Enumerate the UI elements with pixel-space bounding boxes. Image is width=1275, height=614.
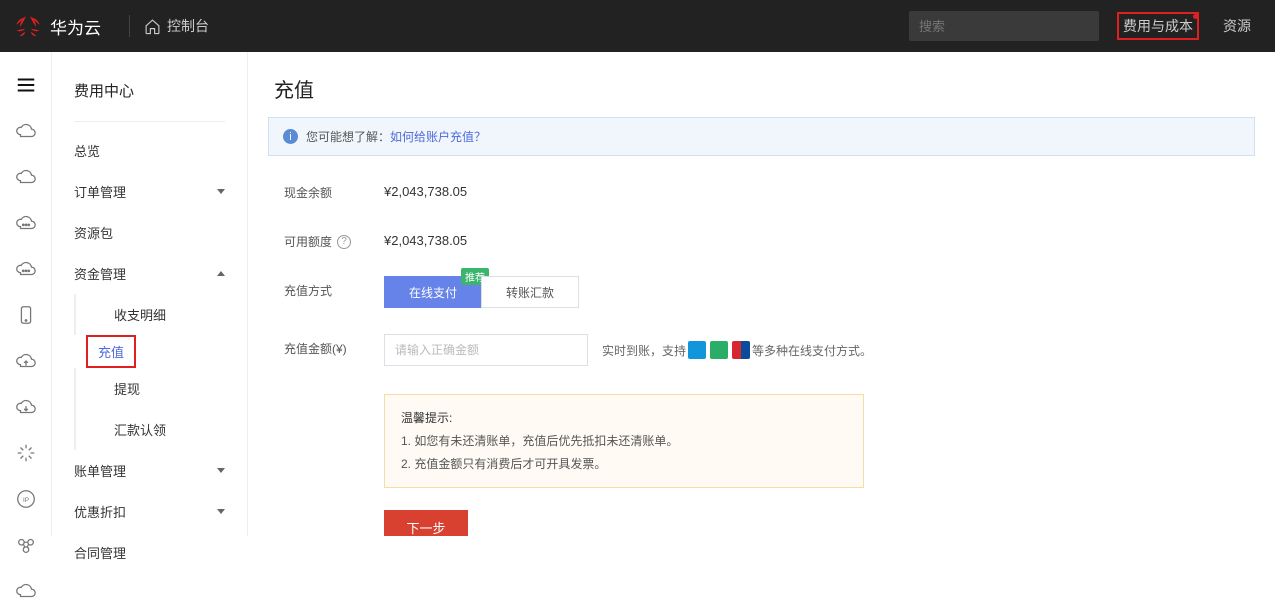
svg-text:IP: IP (22, 497, 28, 504)
tips-line-2: 2. 充值金额只有消费后才可开具发票。 (401, 453, 847, 476)
cloud-icon (15, 580, 37, 602)
page-title: 充值 (248, 52, 1275, 117)
resources-link[interactable]: 资源 (1217, 12, 1257, 40)
row-cash: 现金余额 ¥2,043,738.05 (284, 178, 1239, 201)
method-segment: 在线支付 推荐 转账汇款 (384, 276, 579, 308)
divider (74, 121, 225, 122)
info-link[interactable]: 如何给账户充值？ (390, 128, 486, 145)
main-content: 充值 i 您可能想了解： 如何给账户充值？ 现金余额 ¥2,043,738.05… (248, 52, 1275, 536)
rail-item[interactable] (0, 108, 51, 154)
row-amount: 充值金额(¥) 实时到账，支持 等多种在线支付方式。 温馨提示: (284, 334, 1239, 536)
notification-dot-icon (1193, 14, 1198, 19)
rail-bar: IP (0, 52, 52, 536)
console-link[interactable]: 控制台 (144, 16, 209, 36)
next-button[interactable]: 下一步 (384, 510, 468, 536)
method-online-button[interactable]: 在线支付 推荐 (384, 276, 482, 308)
avail-label-text: 可用额度 (284, 233, 332, 250)
cost-link[interactable]: 费用与成本 (1117, 12, 1199, 40)
sidebar-title: 费用中心 (52, 80, 247, 121)
sidebar-item-label: 订单管理 (74, 182, 126, 201)
hint-pre: 实时到账，支持 (602, 342, 686, 359)
cash-label: 现金余额 (284, 178, 384, 201)
chevron-down-icon (217, 468, 225, 473)
brand-text: 华为云 (50, 14, 101, 39)
sidebar-item-funds[interactable]: 资金管理 (52, 253, 247, 294)
chevron-down-icon (217, 509, 225, 514)
rail-item[interactable] (0, 522, 51, 568)
sidebar-item-packages[interactable]: 资源包 (52, 212, 247, 253)
cloud-up-icon (15, 350, 37, 372)
tips-title: 温馨提示: (401, 407, 847, 430)
method-label: 充值方式 (284, 276, 384, 299)
alipay-icon (688, 341, 706, 359)
sidebar-sub-detail[interactable]: 收支明细 (74, 294, 247, 335)
tips-box: 温馨提示: 1. 如您有未还清账单，充值后优先抵扣未还清账单。 2. 充值金额只… (384, 394, 864, 488)
sidebar-item-label: 资金管理 (74, 264, 126, 283)
avail-value: ¥2,043,738.05 (384, 227, 467, 248)
cloud-dots-icon (15, 212, 37, 234)
hamburger-icon (15, 74, 37, 96)
method-transfer-button[interactable]: 转账汇款 (481, 276, 579, 308)
info-banner: i 您可能想了解： 如何给账户充值？ (268, 117, 1255, 156)
cloud-icon (15, 166, 37, 188)
row-avail: 可用额度? ¥2,043,738.05 (284, 227, 1239, 250)
rail-item[interactable] (0, 154, 51, 200)
rail-item[interactable] (0, 200, 51, 246)
wechat-icon (710, 341, 728, 359)
unionpay-icon (732, 341, 750, 359)
console-label: 控制台 (167, 16, 209, 36)
chevron-down-icon (217, 189, 225, 194)
cost-link-label: 费用与成本 (1123, 18, 1193, 34)
sidebar: 费用中心 总览 订单管理 资源包 资金管理 收支明细 充值 提现 汇款认领 账单… (52, 52, 248, 536)
tips-line-1: 1. 如您有未还清账单，充值后优先抵扣未还清账单。 (401, 430, 847, 453)
sidebar-item-orders[interactable]: 订单管理 (52, 171, 247, 212)
sidebar-item-label: 资源包 (74, 223, 113, 242)
sidebar-sub-recharge[interactable]: 充值 (86, 335, 136, 368)
device-icon (15, 304, 37, 326)
row-method: 充值方式 在线支付 推荐 转账汇款 (284, 276, 1239, 308)
chevron-up-icon (217, 271, 225, 276)
avail-label: 可用额度? (284, 227, 384, 250)
cash-value: ¥2,043,738.05 (384, 178, 467, 199)
huawei-logo-icon (14, 12, 42, 40)
amount-input[interactable] (384, 334, 588, 366)
sidebar-sub-remit[interactable]: 汇款认领 (74, 409, 247, 450)
rail-item[interactable] (0, 430, 51, 476)
search-box[interactable] (909, 11, 1099, 41)
sidebar-item-label: 账单管理 (74, 461, 126, 480)
info-text: 您可能想了解： (306, 128, 390, 145)
rail-item[interactable]: IP (0, 476, 51, 522)
cloud-dots-icon (15, 258, 37, 280)
sidebar-item-overview[interactable]: 总览 (52, 130, 247, 171)
separator (129, 15, 130, 37)
sidebar-item-discount[interactable]: 优惠折扣 (52, 491, 247, 532)
rail-item[interactable] (0, 246, 51, 292)
compass-icon (15, 442, 37, 464)
sidebar-sub-withdraw[interactable]: 提现 (74, 368, 247, 409)
amount-label: 充值金额(¥) (284, 334, 384, 357)
menu-toggle[interactable] (0, 62, 51, 108)
amount-hint: 实时到账，支持 等多种在线支付方式。 (602, 341, 872, 359)
home-icon (144, 18, 161, 35)
help-icon[interactable]: ? (337, 235, 351, 249)
cloud-icon (15, 120, 37, 142)
ip-icon: IP (15, 488, 37, 510)
cloud-down-icon (15, 396, 37, 418)
sidebar-item-label: 总览 (74, 141, 100, 160)
hint-post: 等多种在线支付方式。 (752, 342, 872, 359)
info-icon: i (283, 129, 298, 144)
brand-block[interactable]: 华为云 (0, 12, 115, 40)
sidebar-item-contract[interactable]: 合同管理 (52, 532, 247, 573)
method-online-label: 在线支付 (409, 284, 457, 301)
rail-item[interactable] (0, 384, 51, 430)
nodes-icon (15, 534, 37, 556)
rail-item[interactable] (0, 338, 51, 384)
search-input[interactable] (919, 19, 1095, 34)
sidebar-item-label: 合同管理 (74, 543, 126, 562)
rail-item[interactable] (0, 568, 51, 614)
topbar: 华为云 控制台 费用与成本 资源 (0, 0, 1275, 52)
sidebar-item-label: 优惠折扣 (74, 502, 126, 521)
rail-item[interactable] (0, 292, 51, 338)
sidebar-item-bills[interactable]: 账单管理 (52, 450, 247, 491)
